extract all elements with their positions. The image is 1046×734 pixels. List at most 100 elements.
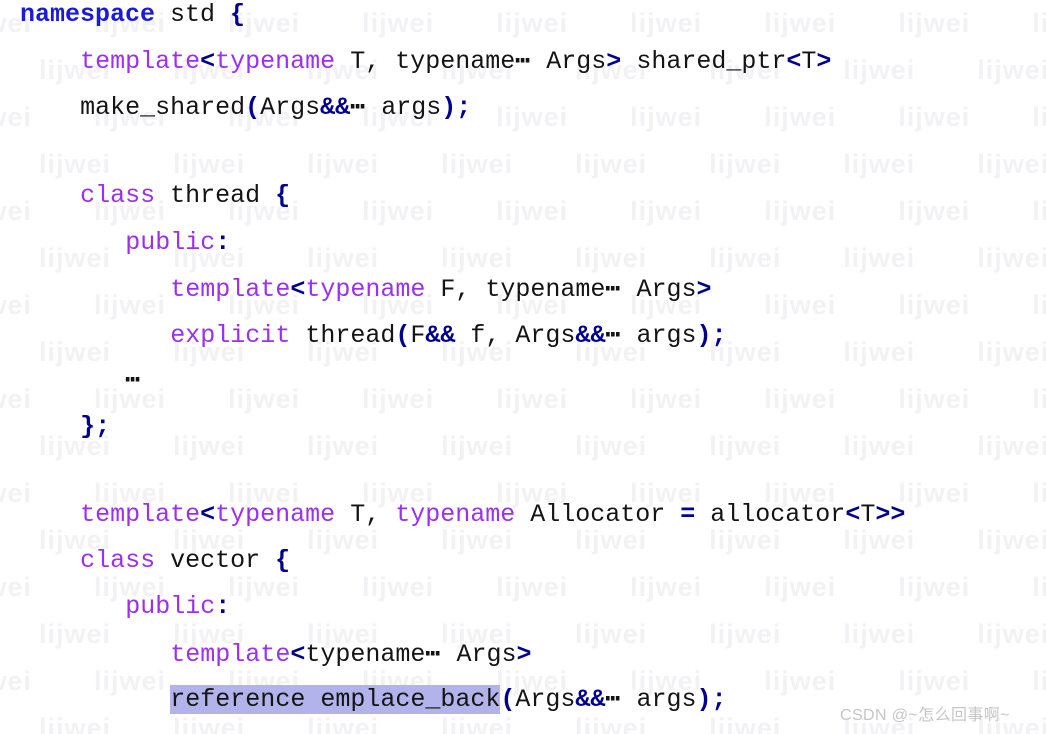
code-line[interactable]: template<typename F, typename⋯ Args> [170, 275, 711, 305]
code-token: ⋯ [125, 366, 142, 395]
watermark-text: lijwei [709, 619, 782, 649]
code-token: ⋯ [350, 93, 367, 122]
code-line[interactable]: make_shared(Args&&⋯ args); [80, 93, 471, 123]
code-token: ⋯ [515, 47, 532, 76]
code-token: public [125, 592, 216, 621]
code-token: public [125, 228, 216, 257]
code-token: && [425, 321, 456, 350]
watermark-text: lijwei [764, 196, 837, 226]
watermark-text: lijwei [0, 666, 33, 696]
watermark-text: lijwei [1032, 666, 1046, 696]
code-token: ⋯ [605, 275, 622, 304]
watermark-text: lijwei [173, 149, 246, 179]
watermark-text: lijwei [496, 572, 569, 602]
watermark-text: lijwei [977, 243, 1046, 273]
watermark-text: lijwei [709, 713, 782, 734]
code-token: Allocator [515, 500, 681, 529]
code-line[interactable]: template<typename T, typename⋯ Args> sha… [80, 47, 831, 77]
watermark-text: lijwei [977, 337, 1046, 367]
code-screenshot-canvas: lijweilijweilijweilijweilijweilijweilijw… [0, 0, 1046, 734]
watermark-text: lijwei [898, 572, 971, 602]
code-token: : [215, 228, 231, 257]
code-token: Args [260, 93, 321, 122]
code-token: F [410, 321, 426, 350]
watermark-text: lijwei [173, 713, 246, 734]
watermark-text: lijwei [1032, 196, 1046, 226]
watermark-text: lijwei [709, 149, 782, 179]
watermark-text: lijwei [843, 337, 916, 367]
code-line[interactable]: class vector { [80, 546, 290, 576]
watermark-text: lijwei [898, 8, 971, 38]
watermark-text: lijwei [575, 243, 648, 273]
watermark-text: lijwei [843, 243, 916, 273]
watermark-text: lijwei [228, 572, 301, 602]
code-line[interactable]: template<typename T, typename Allocator … [80, 500, 905, 530]
code-token: typename [395, 500, 516, 529]
watermark-text: lijwei [977, 431, 1046, 461]
code-line[interactable]: }; [80, 412, 110, 442]
code-token: class [80, 181, 156, 210]
code-token: < [200, 500, 216, 529]
watermark-text: lijwei [1032, 102, 1046, 132]
code-token: f, Args [455, 321, 576, 350]
code-token: < [845, 500, 861, 529]
code-line[interactable]: public: [125, 228, 230, 258]
code-token: thread [155, 181, 276, 210]
watermark-text: lijwei [630, 572, 703, 602]
code-line[interactable]: public: [125, 592, 230, 622]
code-token: typename [305, 275, 426, 304]
code-token: >> [875, 500, 906, 529]
code-token: args [621, 685, 697, 714]
watermark-text: lijwei [1032, 572, 1046, 602]
code-token: ( [500, 685, 516, 714]
code-token: ⋯ [605, 685, 622, 714]
watermark-text: lijwei [496, 384, 569, 414]
watermark-text: lijwei [1032, 478, 1046, 508]
watermark-text: lijwei [39, 149, 112, 179]
code-token: < [290, 275, 306, 304]
watermark-text: lijwei [630, 384, 703, 414]
code-token: < [200, 47, 216, 76]
code-token: F, typename [425, 275, 606, 304]
code-line[interactable]: namespace std { [20, 0, 245, 30]
watermark-text: lijwei [496, 102, 569, 132]
code-token: vector [155, 546, 276, 575]
code-line[interactable]: ⋯ [125, 366, 141, 396]
code-line[interactable]: reference emplace_back(Args&&⋯ args); [170, 685, 727, 715]
watermark-text: lijwei [441, 431, 514, 461]
watermark-text: lijwei [977, 525, 1046, 555]
code-token: ); [696, 685, 727, 714]
code-token: > [516, 640, 532, 669]
code-token: typename [215, 500, 336, 529]
code-token: T, [335, 500, 396, 529]
code-line[interactable]: explicit thread(F&& f, Args&&⋯ args); [170, 321, 726, 351]
watermark-text: lijwei [1032, 8, 1046, 38]
code-token: Args [515, 685, 576, 714]
watermark-text: lijwei [39, 619, 112, 649]
watermark-text: lijwei [898, 196, 971, 226]
watermark-text: lijwei [977, 149, 1046, 179]
highlighted-code-token: reference emplace_back [170, 685, 501, 714]
watermark-text: lijwei [764, 384, 837, 414]
code-line[interactable]: class thread { [80, 181, 290, 211]
watermark-text: lijwei [764, 666, 837, 696]
code-token: > [606, 47, 622, 76]
watermark-row: lijwei lijwei lijwei lijwei lijwei lijwei lijw… [0, 384, 1046, 415]
code-line[interactable]: template<typename⋯ Args> [170, 640, 531, 670]
watermark-text: lijwei [307, 149, 380, 179]
code-token: { [230, 0, 246, 29]
watermark-text: lijwei [1032, 384, 1046, 414]
code-token: allocator [695, 500, 846, 529]
watermark-text: lijwei [362, 8, 435, 38]
watermark-text: lijwei [94, 290, 167, 320]
watermark-text: lijwei [630, 196, 703, 226]
watermark-text: lijwei [764, 572, 837, 602]
code-token: { [275, 546, 291, 575]
watermark-text: lijwei [39, 337, 112, 367]
code-token: && [575, 685, 606, 714]
watermark-text: lijwei [362, 384, 435, 414]
code-token: Args [531, 47, 607, 76]
code-token: shared_ptr [621, 47, 787, 76]
code-token: T [860, 500, 876, 529]
watermark-text: lijwei [0, 478, 33, 508]
